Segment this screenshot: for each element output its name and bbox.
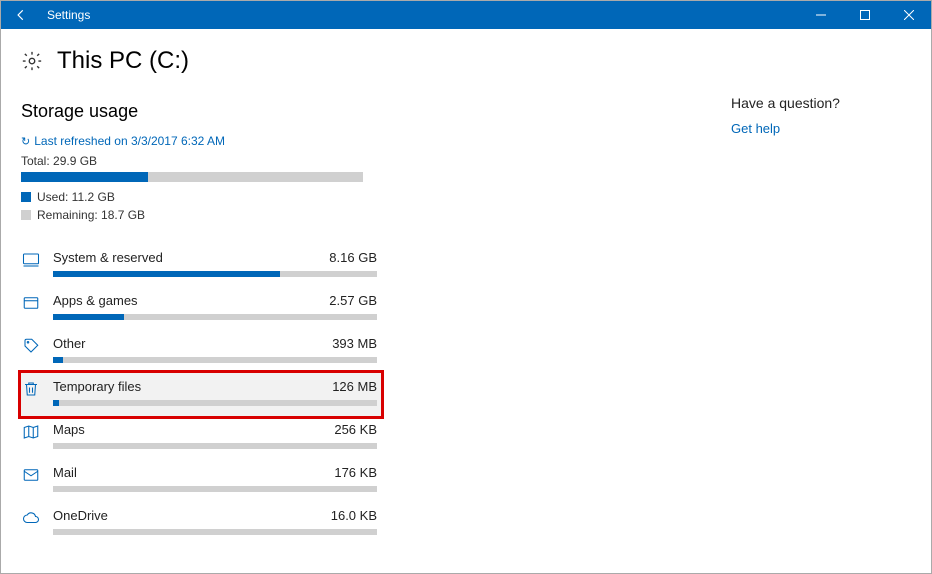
category-apps[interactable]: Apps & games 2.57 GB [21,287,381,330]
maximize-button[interactable] [843,1,887,29]
category-temp[interactable]: Temporary files 126 MB [21,373,381,416]
category-label: Mail [53,465,77,480]
page-title: This PC (C:) [57,47,189,75]
category-bar [53,400,377,406]
remaining-swatch [21,210,31,220]
apps-icon [21,293,41,313]
category-maps[interactable]: Maps 256 KB [21,416,381,459]
storage-usage-heading: Storage usage [21,101,701,122]
category-size: 8.16 GB [329,250,377,265]
category-bar [53,271,377,277]
total-usage-fill [21,172,148,182]
trash-icon [21,379,41,399]
close-button[interactable] [887,1,931,29]
have-question-heading: Have a question? [731,95,911,111]
tag-icon [21,336,41,356]
refresh-text: Last refreshed on 3/3/2017 6:32 AM [34,134,225,148]
category-bar [53,529,377,535]
category-size: 176 KB [334,465,377,480]
category-bar [53,357,377,363]
category-system[interactable]: System & reserved 8.16 GB [21,244,381,287]
mail-icon [21,465,41,485]
category-label: Apps & games [53,293,138,308]
back-button[interactable] [1,1,41,29]
used-legend: Used: 11.2 GB [21,190,701,204]
gear-icon [21,50,43,72]
get-help-link[interactable]: Get help [731,121,780,136]
refresh-link[interactable]: ↻ Last refreshed on 3/3/2017 6:32 AM [21,134,701,148]
refresh-icon: ↻ [21,135,30,148]
category-size: 2.57 GB [329,293,377,308]
category-label: Maps [53,422,85,437]
map-icon [21,422,41,442]
category-bar [53,443,377,449]
remaining-legend: Remaining: 18.7 GB [21,208,701,222]
total-label: Total: 29.9 GB [21,154,701,168]
category-label: Other [53,336,86,351]
category-size: 393 MB [332,336,377,351]
category-other[interactable]: Other 393 MB [21,330,381,373]
used-swatch [21,192,31,202]
category-fill [53,357,63,363]
category-size: 256 KB [334,422,377,437]
titlebar: Settings [1,1,931,29]
category-mail[interactable]: Mail 176 KB [21,459,381,502]
category-label: OneDrive [53,508,108,523]
category-fill [53,314,124,320]
category-bar [53,486,377,492]
category-label: System & reserved [53,250,163,265]
category-bar [53,314,377,320]
window-title: Settings [41,8,90,22]
category-onedrive[interactable]: OneDrive 16.0 KB [21,502,381,545]
category-fill [53,400,59,406]
category-size: 126 MB [332,379,377,394]
minimize-button[interactable] [799,1,843,29]
category-fill [53,271,280,277]
category-label: Temporary files [53,379,141,394]
total-usage-bar [21,172,363,182]
category-size: 16.0 KB [331,508,377,523]
desktop-icon [21,250,41,270]
cloud-icon [21,508,41,528]
